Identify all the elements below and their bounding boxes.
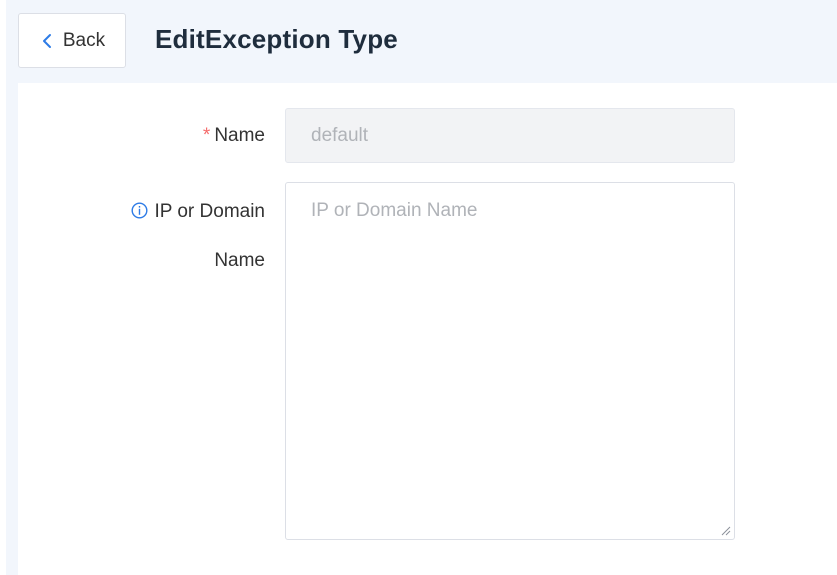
- page-header: Back EditException Type: [6, 0, 837, 83]
- resize-grip-icon[interactable]: [720, 525, 731, 536]
- back-button-label: Back: [62, 29, 106, 51]
- ip-domain-label-line2: Name: [214, 250, 265, 271]
- ip-domain-label-line1: IP or Domain: [154, 201, 265, 222]
- chevron-left-icon: [42, 33, 51, 48]
- page: Back EditException Type *Name IP or Doma…: [0, 0, 837, 575]
- page-title: EditException Type: [155, 24, 398, 54]
- name-label-text: Name: [214, 125, 265, 146]
- ip-domain-textarea[interactable]: [285, 182, 735, 540]
- ip-domain-label: IP or Domain: [131, 201, 265, 223]
- name-label: * Name: [203, 125, 265, 147]
- info-circle-icon[interactable]: [131, 202, 148, 219]
- name-input[interactable]: [285, 108, 735, 163]
- back-button[interactable]: Back: [18, 13, 126, 68]
- required-mark: *: [202, 125, 211, 146]
- left-divider: [6, 83, 18, 575]
